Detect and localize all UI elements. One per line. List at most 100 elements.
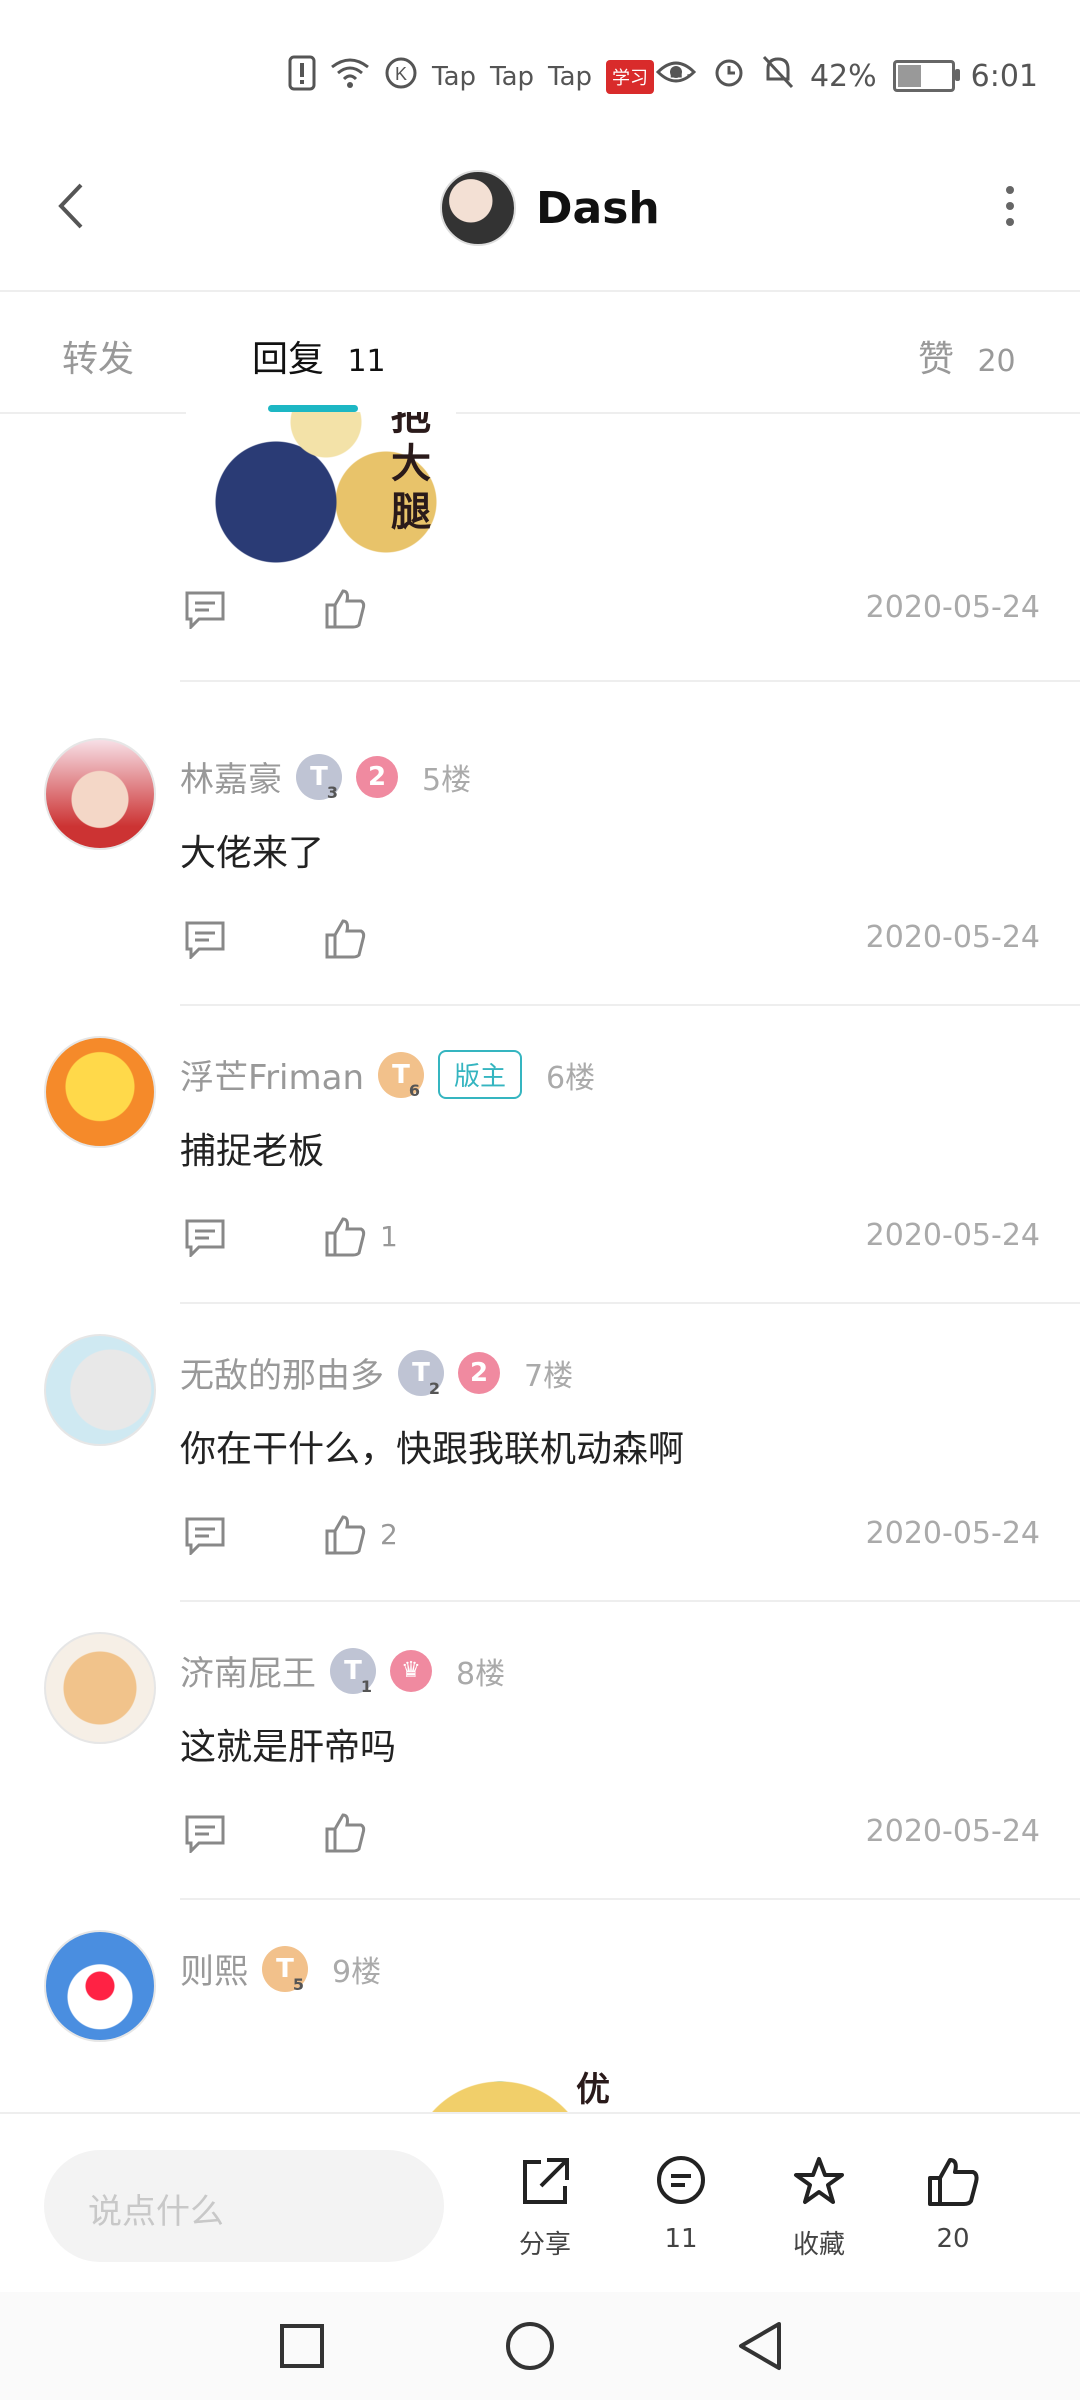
alert-icon: [288, 55, 316, 98]
tab-forward[interactable]: 转发: [62, 330, 134, 382]
system-back-button[interactable]: [730, 2316, 790, 2376]
reply-button[interactable]: [180, 1212, 230, 1262]
tab-bar: 转发 回复 11 赞 20: [0, 290, 1080, 414]
comment-meta: 林嘉豪 T3 2 5楼: [180, 752, 472, 802]
triangle-back-icon: [739, 2322, 781, 2370]
avatar[interactable]: [44, 738, 156, 850]
reply-button[interactable]: [180, 914, 230, 964]
comment-meta: 则熙 T5 9楼: [180, 1944, 382, 1994]
floor-number: 9楼: [332, 1954, 382, 1990]
more-options-button[interactable]: [990, 176, 1030, 236]
tab-reply[interactable]: 回复 11: [252, 330, 386, 382]
medal-badge: 2: [356, 755, 398, 798]
thumbs-up-icon: [325, 919, 366, 959]
home-button[interactable]: [500, 2316, 560, 2376]
avatar[interactable]: [440, 170, 516, 246]
comment-meta: 无敌的那由多 T2 2 7楼: [180, 1348, 573, 1398]
avatar[interactable]: [44, 1334, 156, 1446]
tab-like[interactable]: 赞 20: [918, 330, 1016, 382]
avatar[interactable]: [44, 1632, 156, 1744]
share-icon: [523, 2158, 569, 2204]
comment-item: 浮芒Friman T6 版主 6楼 捕捉老板 1 2020-05-24: [0, 1012, 1080, 1312]
comment-icon: [185, 1815, 225, 1853]
dot-icon: [1006, 202, 1014, 210]
username[interactable]: 浮芒Friman: [180, 1050, 364, 1099]
like-button[interactable]: [320, 1212, 370, 1262]
comment-icon: [185, 591, 225, 629]
divider: [180, 680, 1080, 682]
tab-reply-count: 11: [347, 344, 386, 379]
reply-count-button[interactable]: 11: [636, 2150, 726, 2254]
reply-count-label: 11: [664, 2224, 698, 2254]
comment-item: 林嘉豪 T3 2 5楼 大佬来了 2020-05-24: [0, 714, 1080, 1014]
star-icon: [794, 2157, 844, 2204]
status-right: 42% 6:01: [655, 55, 1038, 97]
divider: [180, 1898, 1080, 1900]
status-bar: K Tap Tap Tap 学习 ··· 42% 6:01: [0, 0, 1080, 150]
comment-item: 济南屁王 T1 ♛ 8楼 这就是肝帝吗 2020-05-24: [0, 1608, 1080, 1908]
username[interactable]: 济南屁王: [180, 1646, 316, 1695]
sticker-text: 抱大腿: [391, 412, 431, 535]
comment-input[interactable]: 说点什么: [44, 2150, 444, 2262]
comment-text: 捕捉老板: [180, 1131, 325, 1172]
square-icon: [280, 2324, 324, 2368]
username[interactable]: 林嘉豪: [180, 752, 282, 801]
dot-icon: [1006, 186, 1014, 194]
mute-bell-icon: [762, 55, 794, 97]
level-badge: T6: [378, 1051, 425, 1100]
post-actions: 2020-05-24: [180, 584, 1040, 644]
comment-text: 你在干什么，快跟我联机动森啊: [180, 1429, 685, 1470]
app-label-2: Tap: [490, 61, 535, 92]
like-count-label: 20: [936, 2224, 970, 2254]
battery-percent: 42%: [809, 58, 877, 94]
avatar[interactable]: [44, 1930, 156, 2042]
wifi-icon: [330, 57, 370, 96]
reply-button[interactable]: [180, 1510, 230, 1560]
comment-list: 抱大腿 2020-05-24 林嘉豪 T3 2 5楼 大佬来了 2020-05-…: [0, 412, 1080, 2112]
like-button[interactable]: 20: [908, 2150, 998, 2254]
like-button[interactable]: [320, 584, 370, 634]
comment-meta: 济南屁王 T1 ♛ 8楼: [180, 1646, 506, 1696]
collect-button[interactable]: 收藏: [774, 2150, 864, 2261]
k-app-icon: K: [384, 56, 418, 97]
username[interactable]: 无敌的那由多: [180, 1348, 384, 1397]
like-button[interactable]: [320, 1808, 370, 1858]
tab-like-count: 20: [977, 344, 1016, 379]
tab-reply-label: 回复: [252, 339, 325, 380]
collect-label: 收藏: [792, 2230, 845, 2260]
sticker-image[interactable]: 抱大腿: [186, 412, 456, 582]
reply-button[interactable]: [180, 1808, 230, 1858]
tab-like-label: 赞: [918, 339, 955, 380]
comment-icon: [657, 2156, 705, 2204]
thumbs-up-icon: [325, 1515, 366, 1555]
clock: 6:01: [970, 58, 1038, 94]
share-button[interactable]: 分享: [500, 2150, 590, 2261]
reply-button[interactable]: [180, 584, 230, 634]
level-badge: T5: [262, 1945, 308, 1994]
recent-apps-button[interactable]: [272, 2316, 332, 2376]
comment-date: 2020-05-24: [865, 920, 1040, 955]
sticker-image[interactable]: 优: [380, 2052, 620, 2112]
medal-badge: 2: [458, 1351, 500, 1394]
back-button[interactable]: [40, 176, 100, 236]
comment-text: 这就是肝帝吗: [180, 1727, 397, 1768]
title-wrap[interactable]: Dash: [440, 170, 660, 246]
avatar[interactable]: [44, 1036, 156, 1148]
comment-date: 2020-05-24: [865, 1516, 1040, 1551]
app-header: Dash: [0, 150, 1080, 292]
comment-meta: 浮芒Friman T6 版主 6楼: [180, 1050, 595, 1100]
floor-number: 8楼: [456, 1656, 506, 1692]
floor-number: 5楼: [422, 762, 472, 798]
system-nav-bar: [0, 2292, 1080, 2400]
crown-icon: ♛: [390, 1649, 432, 1692]
study-app-icon: 学习: [606, 59, 655, 94]
share-label: 分享: [518, 2230, 571, 2260]
username[interactable]: 则熙: [180, 1944, 248, 1993]
comment-date: 2020-05-24: [865, 1218, 1040, 1253]
dot-icon: [1006, 218, 1014, 226]
like-button[interactable]: [320, 1510, 370, 1560]
app-label-1: Tap: [432, 61, 477, 92]
like-button[interactable]: [320, 914, 370, 964]
divider: [180, 1004, 1080, 1006]
divider: [180, 1302, 1080, 1304]
